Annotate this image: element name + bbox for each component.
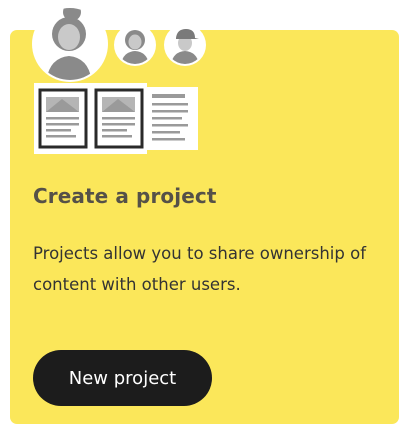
card-title: Create a project xyxy=(33,184,217,208)
new-project-button[interactable]: New project xyxy=(33,350,212,406)
card-description: Projects allow you to share ownership of… xyxy=(33,244,367,294)
